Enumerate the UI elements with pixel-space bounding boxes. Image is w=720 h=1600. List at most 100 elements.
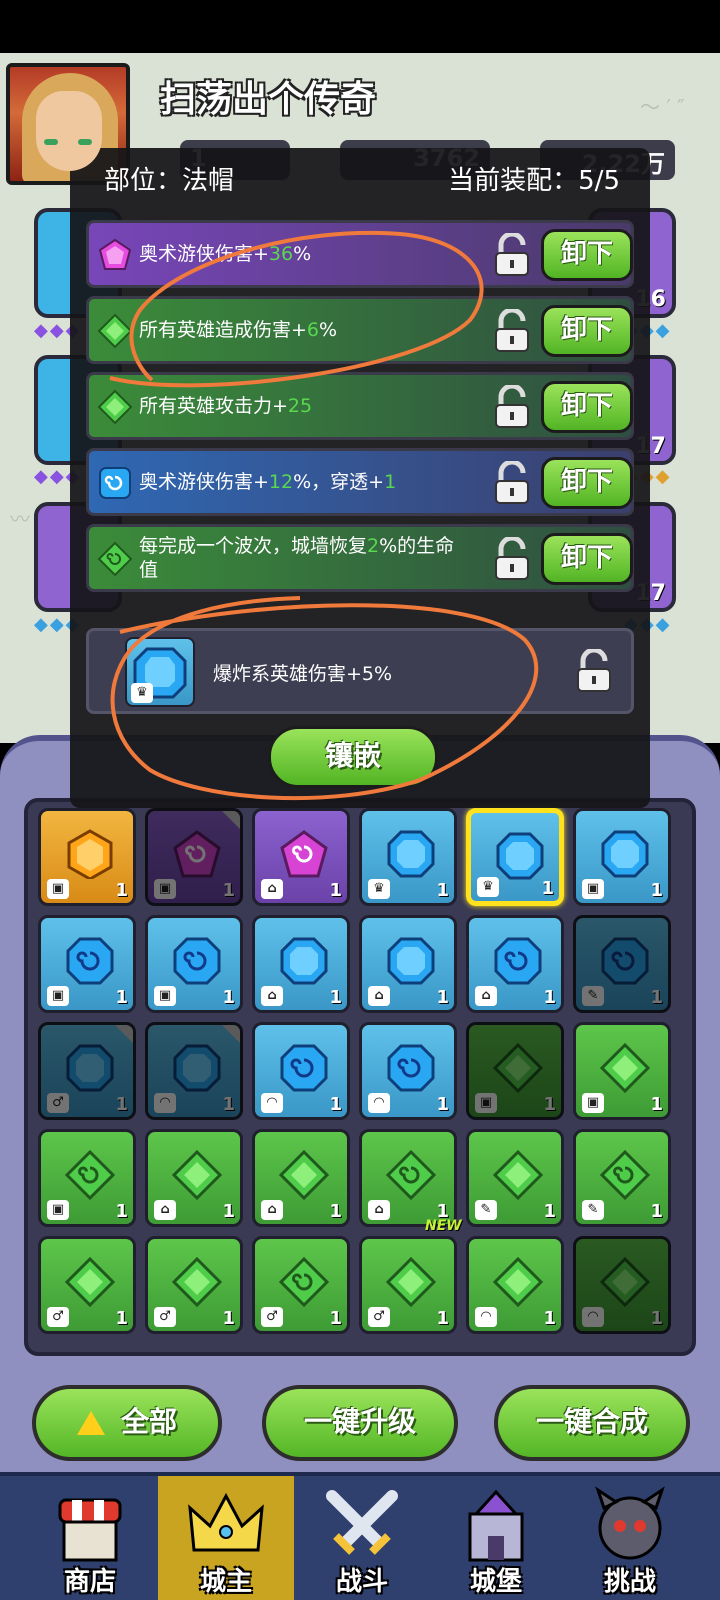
inventory-gem-cell[interactable]: ▣ 1 <box>145 808 243 906</box>
slot-type-icon: ⌂ <box>368 1200 390 1220</box>
tab-label: 城堡 <box>469 1567 522 1597</box>
purple-pentagon-gem-icon <box>97 237 133 273</box>
attribute-text: 每完成一个波次，城墙恢复2%的生命值 <box>139 527 469 589</box>
new-gem-thumbnail: ♛ <box>125 637 195 707</box>
status-bar <box>0 0 720 53</box>
attribute-value: 2 <box>367 535 380 557</box>
gem-icon <box>280 1044 328 1092</box>
tab-shop[interactable]: 商店 <box>22 1476 158 1600</box>
gem-attribute-row[interactable]: 奥术游侠伤害+36% 卸下 <box>86 220 634 288</box>
blue-swirl-gem-icon <box>97 465 133 501</box>
inventory-gem-cell[interactable]: ◠ 1 <box>573 1236 671 1334</box>
unload-button[interactable]: 卸下 <box>541 533 633 585</box>
slot-type-icon: ✎ <box>475 1200 497 1220</box>
inventory-gem-cell[interactable]: ◠ 1 <box>252 1022 350 1120</box>
inventory-gem-cell[interactable]: ♂ 1 <box>38 1022 136 1120</box>
slot-type-icon: ♂ <box>261 1307 283 1327</box>
new-gem-row[interactable]: ♛ 爆炸系英雄伤害+5% <box>86 628 634 714</box>
triangle-icon <box>76 1411 105 1435</box>
inventory-gem-cell[interactable]: ⌂ 1 <box>466 915 564 1013</box>
inventory-gem-cell[interactable]: ♂ 1 <box>359 1236 457 1334</box>
inventory-gem-cell[interactable]: ⌂ 1 <box>359 1129 457 1227</box>
gem-count: 1 <box>115 1308 128 1329</box>
gem-attribute-row[interactable]: 所有英雄造成伤害+6% 卸下 <box>86 296 634 364</box>
gem-icon <box>387 937 435 985</box>
inventory-gem-cell[interactable]: ▣ 1 <box>573 808 671 906</box>
inventory-gem-cell[interactable]: ♂ 1 <box>38 1236 136 1334</box>
tab-castle[interactable]: 城堡 <box>428 1476 564 1600</box>
gem-icon <box>386 1150 436 1200</box>
attribute-text-part: 奥术游侠伤害+ <box>139 243 269 265</box>
unlock-icon[interactable] <box>493 233 531 277</box>
one-click-merge-button[interactable]: 一键合成 <box>494 1385 690 1461</box>
slot-type-icon: ✎ <box>582 986 604 1006</box>
equipped-corner-marker <box>222 811 240 829</box>
inlay-button[interactable]: 镶嵌 <box>268 726 438 788</box>
gem-count: 1 <box>222 880 235 901</box>
slot-type-icon: ♛ <box>368 879 390 899</box>
inventory-gem-cell[interactable]: ♛ 1 <box>359 808 457 906</box>
unlock-icon[interactable] <box>493 309 531 353</box>
gem-icon <box>494 937 542 985</box>
gem-count: 1 <box>222 987 235 1008</box>
gem-attribute-row[interactable]: 每完成一个波次，城墙恢复2%的生命值 卸下 <box>86 524 634 592</box>
slot-type-icon: ◠ <box>475 1307 497 1327</box>
slot-type-icon: ▣ <box>47 879 69 899</box>
inventory-gem-cell[interactable]: ▣ 1 <box>38 915 136 1013</box>
inventory-gem-cell[interactable]: ⌂ 1 <box>252 1129 350 1227</box>
inventory-gem-cell[interactable]: ⌂ 1 <box>145 1129 243 1227</box>
attribute-text-part: 每完成一个波次，城墙恢复 <box>139 535 368 557</box>
unlock-icon[interactable] <box>493 461 531 505</box>
castle-icon <box>456 1486 536 1564</box>
slot-type-icon: ▣ <box>47 986 69 1006</box>
gem-count: 1 <box>650 1308 663 1329</box>
gem-icon <box>172 1257 222 1307</box>
attribute-text-part: % <box>319 319 338 341</box>
inventory-gem-cell[interactable]: ♛ 1 <box>466 808 564 906</box>
unload-button[interactable]: 卸下 <box>541 229 633 281</box>
unlock-icon[interactable] <box>575 649 613 693</box>
inventory-gem-cell[interactable]: ▣ 1 <box>38 808 136 906</box>
attribute-text-part: 奥术游侠伤害+ <box>139 471 269 493</box>
inventory-gem-cell[interactable]: ✎ 1 <box>466 1129 564 1227</box>
attribute-text: 所有英雄造成伤害+6% <box>139 299 469 361</box>
slot-type-icon: ⌂ <box>261 879 283 899</box>
inventory-gem-cell[interactable]: ⌂ 1 <box>252 808 350 906</box>
unload-button[interactable]: 卸下 <box>541 305 633 357</box>
unlock-icon[interactable] <box>493 537 531 581</box>
filter-all-button[interactable]: 全部 <box>32 1385 222 1461</box>
inventory-gem-cell[interactable]: ♂ 1 <box>252 1236 350 1334</box>
unload-button[interactable]: 卸下 <box>541 381 633 433</box>
inventory-gem-cell[interactable]: ▣ 1 <box>573 1022 671 1120</box>
tab-label: 挑战 <box>603 1567 656 1597</box>
inventory-gem-cell[interactable]: ⌂ 1 <box>359 915 457 1013</box>
inventory-gem-cell[interactable]: ◠ 1 <box>466 1236 564 1334</box>
inventory-gem-cell[interactable]: ♂ 1 <box>145 1236 243 1334</box>
inventory-gem-cell[interactable]: ▣ 1 <box>38 1129 136 1227</box>
green-swirl-gem-icon <box>97 541 133 577</box>
inventory-gem-cell[interactable]: ◠ 1 <box>145 1022 243 1120</box>
gem-attribute-row[interactable]: 所有英雄攻击力+25 卸下 <box>86 372 634 440</box>
inventory-gem-cell[interactable]: ◠ 1 <box>359 1022 457 1120</box>
crown-slot-icon: ♛ <box>131 683 153 703</box>
inventory-gem-cell[interactable]: ✎ 1 <box>573 1129 671 1227</box>
gem-attribute-row[interactable]: 奥术游侠伤害+12%，穿透+1 卸下 <box>86 448 634 516</box>
tab-challenge[interactable]: 挑战 <box>562 1476 698 1600</box>
inventory-gem-cell[interactable]: ✎ 1 <box>573 915 671 1013</box>
gem-count: 1 <box>543 1094 556 1115</box>
inventory-gem-cell[interactable]: ▣ 1 <box>145 915 243 1013</box>
unload-button[interactable]: 卸下 <box>541 457 633 509</box>
slot-type-icon: ◠ <box>154 1093 176 1113</box>
tab-lord[interactable]: 城主 <box>158 1476 294 1600</box>
inventory-gem-cell[interactable]: ⌂ 1 <box>252 915 350 1013</box>
slot-type-icon: ▣ <box>47 1200 69 1220</box>
green-diamond-gem-icon <box>97 313 133 349</box>
inventory-gem-cell[interactable]: ▣ 1 <box>466 1022 564 1120</box>
unlock-icon[interactable] <box>493 385 531 429</box>
new-gem-effect: 爆炸系英雄伤害+5% <box>213 663 393 685</box>
green-diamond-gem-icon <box>97 389 133 425</box>
slot-type-icon: ♂ <box>47 1307 69 1327</box>
one-click-upgrade-button[interactable]: 一键升级 <box>262 1385 458 1461</box>
tab-battle[interactable]: 战斗 <box>294 1476 430 1600</box>
slot-type-icon: ▣ <box>475 1093 497 1113</box>
